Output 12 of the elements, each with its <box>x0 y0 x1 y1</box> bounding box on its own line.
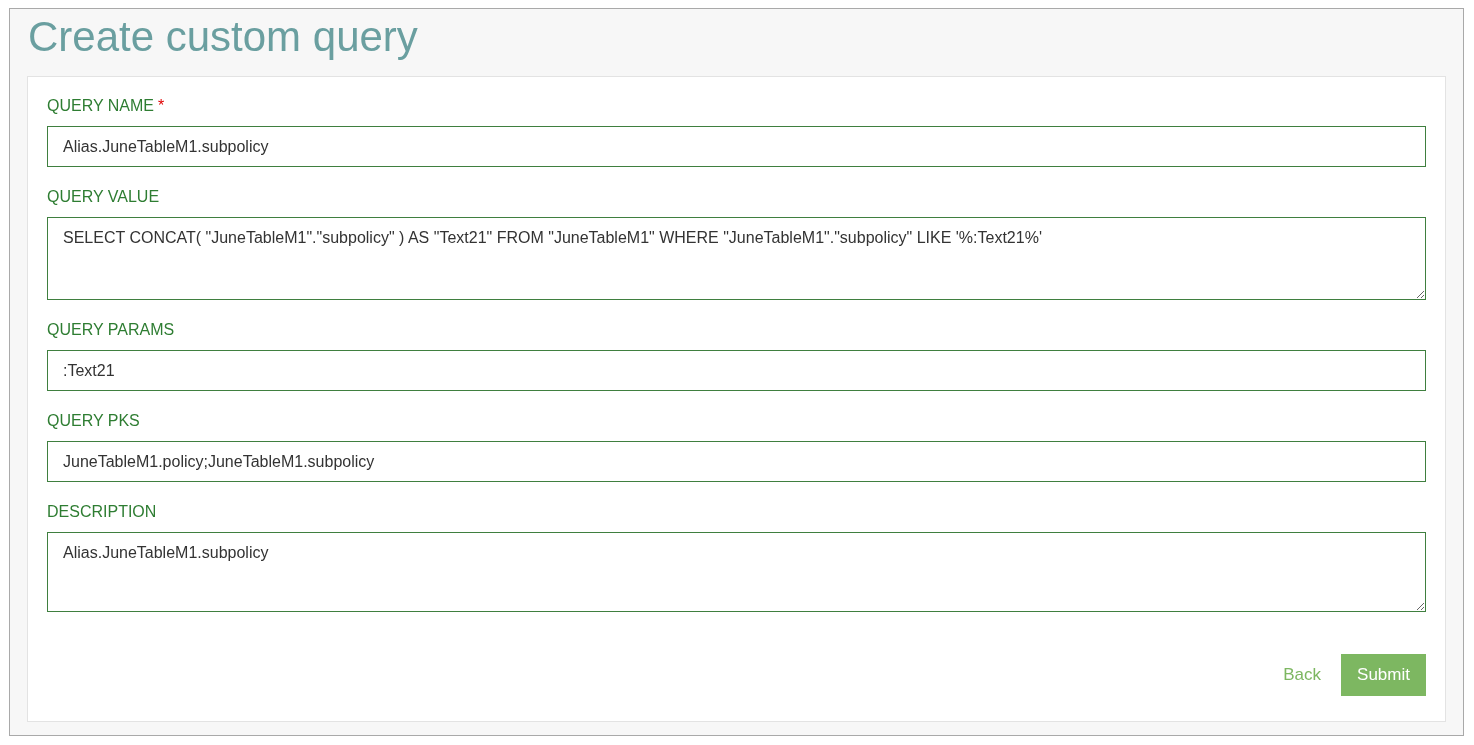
text-field[interactable]: JuneTableM1.policy;JuneTableM1.subpolicy <box>47 441 1426 482</box>
field-label: DESCRIPTION <box>47 502 157 522</box>
field-label: QUERY VALUE <box>47 187 160 207</box>
text-area[interactable]: Alias.JuneTableM1.subpolicy <box>47 532 1426 612</box>
required-mark: * <box>158 96 165 116</box>
text-area[interactable]: SELECT CONCAT( "JuneTableM1"."subpolicy" ) AS "Text21" FROM "JuneTableM1" WHERE "JuneTableM1"."subpolicy" LIKE '%:Text21%' <box>47 217 1426 300</box>
field-label: QUERY PARAMS <box>47 320 175 340</box>
field-label: QUERY PKS <box>47 411 140 431</box>
page-title: Create custom query <box>27 12 419 62</box>
text-field[interactable]: :Text21 <box>47 350 1426 391</box>
field-label: QUERY NAME <box>47 96 154 116</box>
text-field[interactable]: Alias.JuneTableM1.subpolicy <box>47 126 1426 167</box>
